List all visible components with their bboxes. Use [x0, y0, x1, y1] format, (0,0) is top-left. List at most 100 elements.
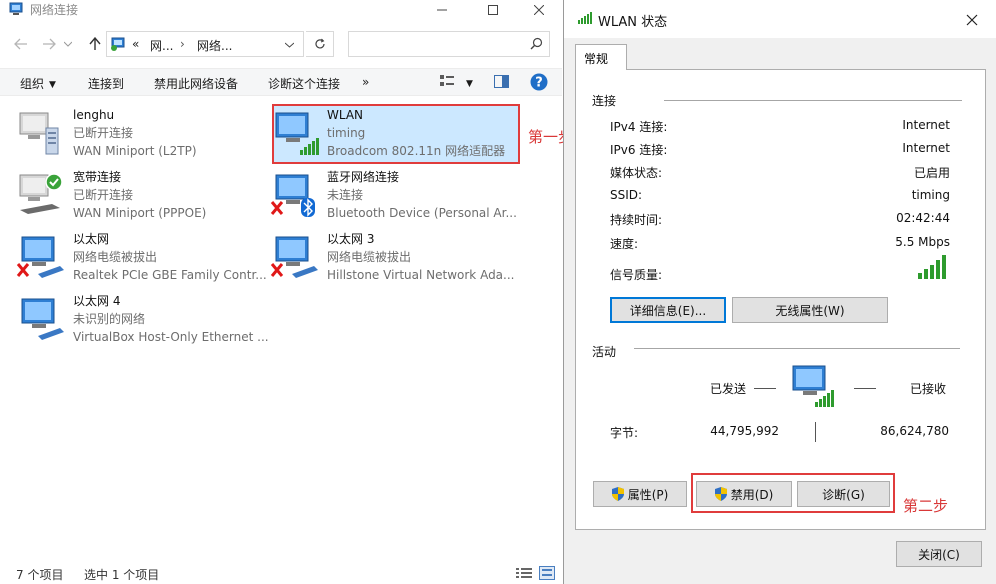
- recent-locations-button[interactable]: [62, 34, 74, 54]
- breadcrumb-overflow[interactable]: «: [132, 37, 139, 51]
- connection-name: lenghu: [73, 108, 115, 122]
- command-bar: 组织 ▼ 连接到 禁用此网络设备 诊断这个连接 » ▼ ?: [0, 68, 562, 96]
- wlan-status-dialog: WLAN 状态 常规 连接 IPv4 连接: Internet IPv6 连接:…: [563, 0, 996, 584]
- organize-menu[interactable]: 组织 ▼: [20, 75, 56, 92]
- section-divider: [664, 100, 962, 101]
- duration-value: 02:42:44: [896, 211, 950, 225]
- connection-status: 网络电缆被拔出: [327, 250, 412, 264]
- back-button[interactable]: [11, 34, 31, 54]
- connection-section-title: 连接: [592, 94, 617, 108]
- selected-count: 选中 1 个项目: [84, 568, 160, 582]
- step2-label: 第二步: [903, 497, 949, 515]
- step2-highlight-box: [691, 473, 895, 513]
- connect-to-button[interactable]: 连接到: [88, 75, 124, 92]
- connection-status: 已断开连接: [73, 126, 134, 140]
- more-commands-button[interactable]: »: [362, 75, 369, 89]
- breadcrumb-item-1[interactable]: 网...: [150, 37, 173, 54]
- maximize-icon: [488, 5, 498, 15]
- search-input[interactable]: [353, 33, 523, 55]
- bytes-divider: [815, 422, 816, 442]
- signal-strength-icon: [578, 12, 592, 24]
- ipv4-value: Internet: [902, 118, 950, 132]
- change-view-button[interactable]: ▼: [440, 75, 473, 90]
- connection-device: Hillstone Virtual Network Ada...: [327, 268, 515, 282]
- title-bar: 网络连接: [0, 0, 562, 20]
- maximize-button[interactable]: [470, 0, 516, 20]
- bytes-received-value: 86,624,780: [880, 424, 949, 438]
- svg-text:?: ?: [535, 76, 543, 91]
- signal-quality-label: 信号质量:: [610, 268, 663, 282]
- section-divider: [634, 348, 960, 349]
- speed-value: 5.5 Mbps: [895, 235, 950, 249]
- dialog-close-action-button[interactable]: 关闭(C): [896, 541, 982, 567]
- received-label: 已接收: [910, 382, 947, 396]
- sent-connector-line: [754, 388, 776, 389]
- ipv6-value: Internet: [902, 141, 950, 155]
- tiles-view-icon[interactable]: [539, 566, 555, 580]
- connection-item-lenghu[interactable]: lenghu 已断开连接 WAN Miniport (L2TP): [0, 104, 266, 162]
- preview-pane-button[interactable]: [494, 75, 509, 91]
- caret-down-icon: ▼: [49, 80, 56, 90]
- close-window-button[interactable]: [516, 0, 562, 20]
- arrow-left-icon: [14, 38, 27, 50]
- help-icon: ?: [530, 73, 548, 91]
- ethernet-connection-icon: [270, 236, 318, 278]
- details-button[interactable]: 详细信息(E)...: [610, 297, 726, 323]
- ethernet-connection-icon: [21, 298, 64, 340]
- ssid-value: timing: [911, 188, 950, 202]
- connection-item-broadband[interactable]: 宽带连接 已断开连接 WAN Miniport (PPPOE): [0, 166, 266, 224]
- connection-device: WAN Miniport (L2TP): [73, 144, 197, 158]
- minimize-icon: [437, 9, 447, 11]
- item-count: 7 个项目: [16, 568, 64, 582]
- preview-pane-icon: [494, 75, 509, 88]
- connection-item-ethernet-3[interactable]: 以太网 3 网络电缆被拔出 Hillstone Virtual Network …: [254, 228, 520, 286]
- signal-quality-icon: [918, 255, 946, 279]
- connection-details: IPv4 连接: Internet IPv6 连接: Internet 媒体状态…: [576, 118, 958, 288]
- help-button[interactable]: ?: [530, 73, 548, 94]
- connection-name: 以太网 4: [73, 294, 121, 308]
- media-state-label: 媒体状态:: [610, 166, 663, 180]
- connection-device: WAN Miniport (PPPOE): [73, 206, 207, 220]
- properties-button[interactable]: 属性(P): [593, 481, 687, 507]
- dialog-close-button[interactable]: [960, 8, 984, 32]
- vpn-connection-icon: [19, 112, 59, 155]
- diagnose-connection-button[interactable]: 诊断这个连接: [268, 75, 340, 92]
- connection-status: 网络电缆被拔出: [73, 250, 158, 264]
- activity-section-title: 活动: [592, 345, 617, 359]
- chevron-down-icon[interactable]: [285, 42, 294, 48]
- details-view-icon[interactable]: [516, 567, 532, 579]
- address-bar[interactable]: « 网... › 网络...: [106, 31, 304, 57]
- caret-down-icon: ▼: [466, 79, 473, 89]
- forward-button[interactable]: [39, 34, 59, 54]
- network-connections-window: 网络连接 « 网... › 网络... 组织 ▼ 连接到 禁用此网络设备 诊断这…: [0, 0, 573, 584]
- control-panel-icon: [111, 37, 125, 51]
- connection-item-bluetooth[interactable]: 蓝牙网络连接 未连接 Bluetooth Device (Personal Ar…: [254, 166, 520, 224]
- refresh-button[interactable]: [306, 31, 334, 57]
- wireless-properties-button[interactable]: 无线属性(W): [732, 297, 888, 323]
- connection-status: 未识别的网络: [73, 312, 146, 326]
- connection-device: Realtek PCIe GBE Family Contr...: [73, 268, 267, 282]
- breadcrumb-item-2[interactable]: 网络...: [197, 37, 232, 54]
- connection-item-ethernet-4[interactable]: 以太网 4 未识别的网络 VirtualBox Host-Only Ethern…: [0, 290, 269, 348]
- dialog-title-bar: WLAN 状态: [564, 0, 996, 38]
- ethernet-connection-icon: [16, 236, 64, 278]
- up-button[interactable]: [85, 34, 105, 54]
- tab-general[interactable]: 常规: [575, 44, 627, 70]
- view-options-icon: [440, 75, 454, 86]
- arrow-right-icon: [43, 38, 56, 50]
- broadband-connection-icon: [19, 173, 63, 214]
- network-activity-icon: [792, 365, 834, 407]
- minimize-button[interactable]: [419, 0, 465, 20]
- search-box[interactable]: [348, 31, 550, 57]
- disable-device-button[interactable]: 禁用此网络设备: [154, 75, 238, 92]
- speed-label: 速度:: [610, 237, 639, 251]
- dialog-title: WLAN 状态: [598, 15, 668, 30]
- arrow-up-icon: [89, 37, 101, 50]
- close-icon: [966, 14, 978, 26]
- connection-status: 未连接: [327, 188, 364, 202]
- uac-shield-icon: [611, 487, 624, 501]
- connection-item-ethernet[interactable]: 以太网 网络电缆被拔出 Realtek PCIe GBE Family Cont…: [0, 228, 267, 286]
- ipv6-label: IPv6 连接:: [610, 143, 668, 157]
- refresh-icon: [314, 38, 325, 49]
- connection-device: VirtualBox Host-Only Ethernet ...: [73, 330, 269, 344]
